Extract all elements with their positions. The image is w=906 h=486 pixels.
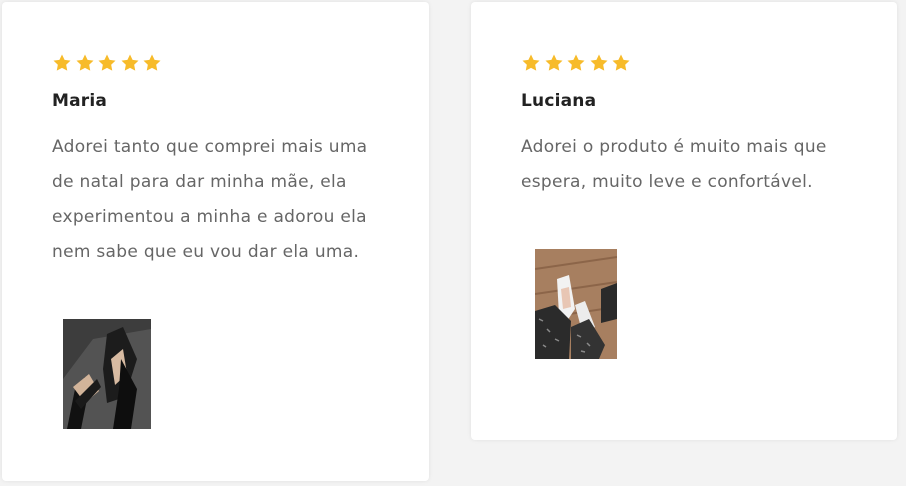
review-photo-white-sandals[interactable] [535,249,617,359]
review-text: Adorei tanto que comprei mais uma de nat… [52,137,368,262]
review-text: Adorei o produto é muito mais que espera… [521,137,827,192]
star-icon [52,53,73,73]
star-icon [75,53,96,73]
star-icon [521,53,542,73]
rating-stars [52,53,163,73]
review-card-luciana: Luciana Adorei o produto é muito mais qu… [471,2,897,440]
star-icon [120,53,141,73]
star-icon [544,53,565,73]
white-sandals-photo-icon [535,249,617,359]
reviewer-name: Maria [52,91,108,111]
black-sandals-photo-icon [63,319,151,429]
star-icon [142,53,163,73]
review-card-maria: Maria Adorei tanto que comprei mais uma … [2,2,429,481]
reviewer-name: Luciana [521,91,597,111]
rating-stars [521,53,632,73]
star-icon [589,53,610,73]
star-icon [97,53,118,73]
review-photo-black-sandals[interactable] [63,319,151,429]
star-icon [566,53,587,73]
star-icon [611,53,632,73]
